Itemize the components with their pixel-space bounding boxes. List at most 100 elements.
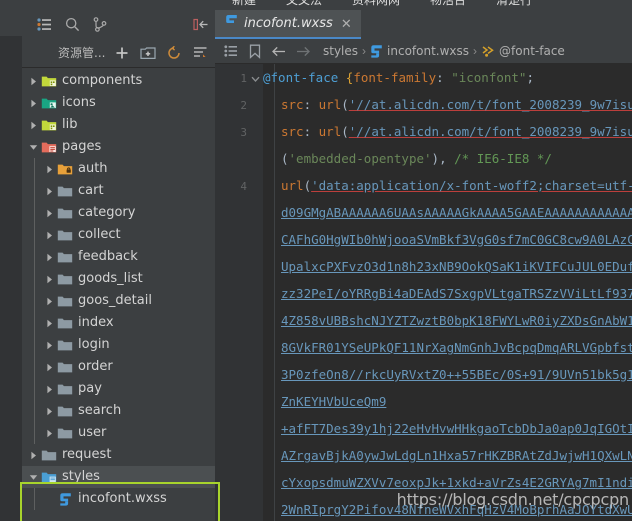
top-menu-item-1[interactable]: 文文法 xyxy=(286,0,322,8)
chevron-right-icon[interactable] xyxy=(42,334,56,356)
tree-item-label: user xyxy=(78,425,107,440)
tree-item-request[interactable]: request xyxy=(22,444,215,466)
chevron-right-icon[interactable] xyxy=(42,356,56,378)
top-menu-item-2[interactable]: 资料网网 xyxy=(352,0,400,8)
breadcrumb-item-2[interactable]: @font-face xyxy=(481,44,565,58)
tree-item-lib[interactable]: lib xyxy=(22,114,215,136)
back-arrow-icon[interactable] xyxy=(267,39,291,63)
chevron-right-icon[interactable] xyxy=(42,422,56,444)
close-icon[interactable]: ✕ xyxy=(340,17,353,30)
code-token: url xyxy=(318,124,342,139)
chevron-right-icon[interactable] xyxy=(42,180,56,202)
tree-item-incofont-wxss[interactable]: incofont.wxss xyxy=(22,488,215,510)
tree-item-pay[interactable]: pay xyxy=(22,378,215,400)
tree-indent-guide xyxy=(34,422,35,444)
tree-item-label: cart xyxy=(78,183,104,198)
code-token[interactable]: +afFT7Des39y1hj22eHvHvwHHkgaoTcbDbJa0ap0… xyxy=(281,421,632,436)
chevron-down-icon[interactable] xyxy=(26,466,40,488)
code-token[interactable]: 8GVkFR01YSeUPkQF11NrXagNmGnhJvBcpqDmqARL… xyxy=(281,340,632,355)
structure-icon[interactable] xyxy=(219,39,243,63)
chevron-right-icon[interactable] xyxy=(42,312,56,334)
code-token[interactable]: 2WnRIprgY2Pifov48NfneWVxhFqHzV4MoBprhAaJ… xyxy=(281,502,632,517)
folder-plain-icon xyxy=(56,268,74,290)
refresh-icon[interactable] xyxy=(161,40,187,66)
search-icon[interactable] xyxy=(58,11,86,37)
code-editor[interactable]: 1 2 3 4 @font-face {font-family: "iconfont"… xyxy=(215,64,632,521)
chevron-right-icon[interactable] xyxy=(42,246,56,268)
code-token[interactable]: CAFhG0HgWIb0hWjooaSVmBkf3VgG0sf7mC0GC8cw… xyxy=(281,232,632,247)
tree-item-login[interactable]: login xyxy=(22,334,215,356)
code-token[interactable]: zz32PeI/oYRRgBi4aDEAdS7SxgpVLtgaTRSZzVVi… xyxy=(281,286,632,301)
tree-item-search[interactable]: search xyxy=(22,400,215,422)
code-token[interactable]: d09GMgABAAAAAA6UAAsAAAAAGkAAAA5GAAEAAAAA… xyxy=(281,205,632,220)
code-content[interactable]: @font-face {font-family: "iconfont"; src:… xyxy=(263,64,632,521)
folder-plain-icon xyxy=(56,246,74,268)
project-list-icon[interactable] xyxy=(30,11,58,37)
chevron-right-icon[interactable] xyxy=(26,114,40,136)
code-token[interactable]: '//at.alicdn.com/t/font_2008239_9w7isugj… xyxy=(349,124,632,139)
git-branch-icon[interactable] xyxy=(86,11,114,37)
code-token[interactable]: 4Z858vUBBshcNJYZTZwztB0bpK18FWYLwR0iyZXD… xyxy=(281,313,632,328)
file-tree[interactable]: components icons lib pages auth cart cat… xyxy=(22,70,215,521)
top-menu-item-0[interactable]: 新建 xyxy=(232,0,256,8)
chevron-right-icon[interactable] xyxy=(42,290,56,312)
tree-item-icons[interactable]: icons xyxy=(22,92,215,114)
tree-item-auth[interactable]: auth xyxy=(22,158,215,180)
tree-item-feedback[interactable]: feedback xyxy=(22,246,215,268)
chevron-right-icon[interactable] xyxy=(26,70,40,92)
file-wxss-icon xyxy=(56,488,74,510)
breadcrumb-item-0[interactable]: styles xyxy=(323,44,358,58)
folder-plain-icon xyxy=(56,202,74,224)
breadcrumb-item-1[interactable]: incofont.wxss xyxy=(370,44,469,59)
forward-arrow-icon[interactable] xyxy=(291,39,315,63)
chevron-right-icon[interactable] xyxy=(42,268,56,290)
chevron-right-icon[interactable] xyxy=(42,158,56,180)
collapse-panel-icon[interactable] xyxy=(187,11,215,37)
tree-item-goos_detail[interactable]: goos_detail xyxy=(22,290,215,312)
code-token[interactable]: 3P0zfeOn8//rkcUyRVxtZ0++55BEc/0S+91/9UVn… xyxy=(281,367,632,382)
code-token[interactable]: ZnKEYHVbUceQm9 xyxy=(281,394,386,409)
code-fold-toggle-icon[interactable] xyxy=(250,72,261,83)
tree-item-goods_list[interactable]: goods_list xyxy=(22,268,215,290)
tree-item-collect[interactable]: collect xyxy=(22,224,215,246)
chevron-right-icon[interactable] xyxy=(42,378,56,400)
tree-indent-guide xyxy=(34,202,35,224)
code-token[interactable]: AZrgavBjkA0ywJwLdgLn1Hxa57rHKZBRAtZdJwjw… xyxy=(281,448,632,463)
tree-item-cart[interactable]: cart xyxy=(22,180,215,202)
tree-indent-guide xyxy=(34,334,35,356)
chevron-right-icon[interactable] xyxy=(26,92,40,114)
tree-item-order[interactable]: order xyxy=(22,356,215,378)
code-token[interactable]: '//at.alicdn.com/t/font_2008239_9w7isugj… xyxy=(349,97,632,112)
breadcrumb-separator: › xyxy=(473,44,478,58)
tree-item-category[interactable]: category xyxy=(22,202,215,224)
tree-item-styles[interactable]: styles xyxy=(22,466,215,488)
tree-item-label: auth xyxy=(78,161,108,176)
chevron-right-icon[interactable] xyxy=(26,444,40,466)
chevron-right-icon[interactable] xyxy=(42,202,56,224)
rail-active-tab[interactable] xyxy=(0,10,22,36)
code-token[interactable]: UpalxcPXFvzO3d1n8h23xNB9OokQSaK1iKVIFCuJ… xyxy=(281,259,632,274)
tree-item-pages[interactable]: pages xyxy=(22,136,215,158)
chevron-down-icon[interactable] xyxy=(26,136,40,158)
tree-indent-guide xyxy=(34,290,35,312)
code-token[interactable]: cYxopsdmuWZXVv7eoxpJk+1xkd+aVrZs4E2GRYAg… xyxy=(281,475,632,490)
chevron-right-icon[interactable] xyxy=(42,224,56,246)
editor-tab-incofont[interactable]: incofont.wxss ✕ xyxy=(215,10,361,39)
code-line-10: 8GVkFR01YSeUPkQF11NrXagNmGnhJvBcpqDmqARL… xyxy=(281,334,632,361)
tree-indent-guide xyxy=(34,312,35,334)
tree-item-user[interactable]: user xyxy=(22,422,215,444)
add-icon[interactable] xyxy=(109,40,135,66)
new-folder-icon[interactable] xyxy=(135,40,161,66)
tree-item-components[interactable]: components xyxy=(22,70,215,92)
top-menu-item-4[interactable]: 清楚行 xyxy=(496,0,532,8)
code-line-3: ('embedded-opentype'), /* IE6-IE8 */ xyxy=(281,145,552,172)
chevron-right-icon[interactable] xyxy=(42,400,56,422)
code-token: /* IE6-IE8 */ xyxy=(454,151,552,166)
bookmark-icon[interactable] xyxy=(243,39,267,63)
top-menu[interactable]: 新建 文文法 资料网网 物活台 清楚行 xyxy=(232,0,532,8)
code-token: src xyxy=(281,124,304,139)
code-token[interactable]: 'data:application/x-font-woff2;charset=u… xyxy=(311,178,632,193)
collapse-all-icon[interactable] xyxy=(187,40,213,66)
tree-item-index[interactable]: index xyxy=(22,312,215,334)
top-menu-item-3[interactable]: 物活台 xyxy=(430,0,466,8)
